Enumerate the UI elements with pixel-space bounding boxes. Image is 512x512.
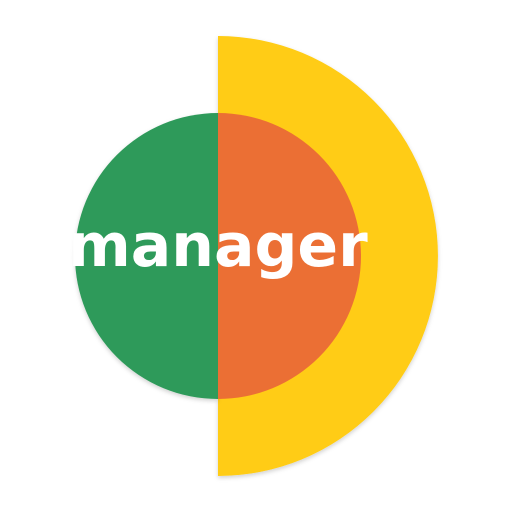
logo-graphic: manager bbox=[68, 36, 438, 476]
manager-logo: manager bbox=[0, 0, 512, 512]
wordmark-text: manager bbox=[68, 211, 368, 281]
